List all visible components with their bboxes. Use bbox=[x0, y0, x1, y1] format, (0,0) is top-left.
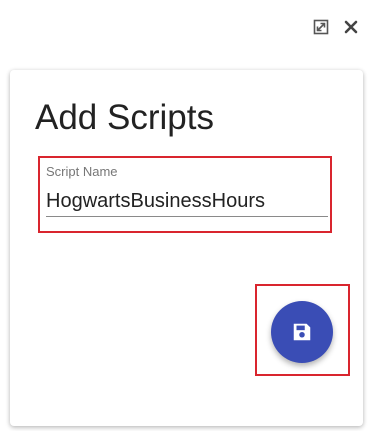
dialog-window: Add Scripts Script Name bbox=[0, 0, 372, 431]
add-scripts-card: Add Scripts Script Name bbox=[10, 70, 363, 426]
close-icon[interactable] bbox=[342, 18, 360, 36]
script-name-label: Script Name bbox=[46, 164, 118, 179]
save-button[interactable] bbox=[271, 301, 333, 363]
window-controls bbox=[312, 18, 360, 36]
page-title: Add Scripts bbox=[35, 98, 214, 137]
script-name-highlight: Script Name bbox=[38, 156, 332, 233]
script-name-field: Script Name bbox=[46, 162, 328, 226]
script-name-input[interactable] bbox=[46, 186, 328, 217]
floppy-disk-icon bbox=[293, 323, 311, 341]
expand-icon[interactable] bbox=[312, 18, 330, 36]
save-button-highlight bbox=[255, 284, 350, 376]
